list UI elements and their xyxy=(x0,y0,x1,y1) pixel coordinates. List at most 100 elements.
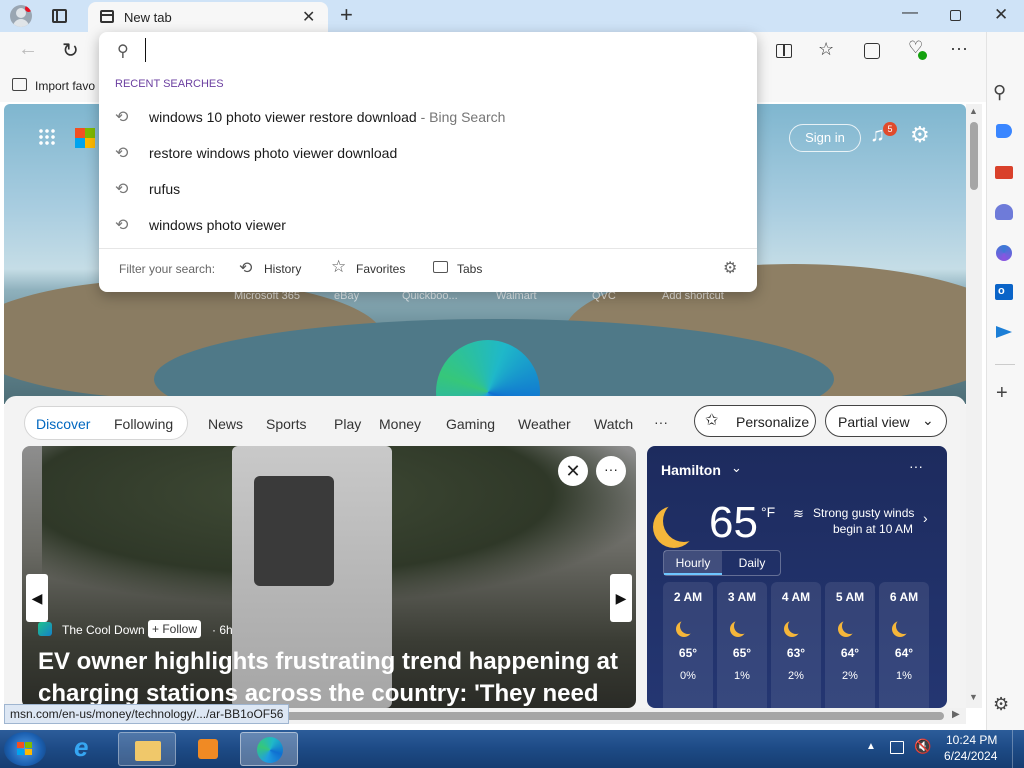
scroll-up-arrow[interactable]: ▲ xyxy=(969,106,978,116)
hscroll-thumb[interactable] xyxy=(244,712,944,720)
tab-daily[interactable]: Daily xyxy=(723,551,781,575)
address-input[interactable] xyxy=(145,38,735,62)
history-clock-icon: ⟲ xyxy=(115,217,129,234)
close-tab-icon[interactable]: ✕ xyxy=(302,7,315,27)
games-icon[interactable] xyxy=(995,204,1013,220)
hour-temp: 65° xyxy=(732,646,752,660)
clock-time[interactable]: 10:24 PM xyxy=(946,733,997,747)
tab-news[interactable]: News xyxy=(208,416,243,432)
weather-alert-line1[interactable]: Strong gusty winds xyxy=(813,506,914,520)
restore-button[interactable] xyxy=(950,10,961,21)
browser-essentials-icon[interactable]: ♡ xyxy=(908,38,927,60)
import-favorites-link[interactable]: Import favo xyxy=(35,79,95,93)
dismiss-card-button[interactable]: ✕ xyxy=(558,456,588,486)
tab-following[interactable]: Following xyxy=(114,416,173,432)
vertical-scrollbar[interactable]: ▲ ▼ xyxy=(966,104,982,708)
hour-temp: 64° xyxy=(894,646,914,660)
hour-label: 5 AM xyxy=(835,590,865,604)
search-icon[interactable]: ⚲ xyxy=(993,82,1006,103)
temp-unit[interactable]: °F xyxy=(761,504,775,520)
tab-hourly[interactable]: Hourly xyxy=(664,551,722,575)
view-select-dropdown[interactable]: Partial view ⌄ xyxy=(825,405,947,437)
tab-new-tab[interactable]: New tab ✕ xyxy=(88,2,328,32)
scroll-right-arrow[interactable]: ▶ xyxy=(952,709,960,720)
tab-weather[interactable]: Weather xyxy=(518,416,571,432)
hour-label: 3 AM xyxy=(727,590,757,604)
filter-tabs[interactable]: Tabs xyxy=(457,262,482,276)
send-drop-icon[interactable] xyxy=(996,326,1012,338)
more-tabs-button[interactable]: ··· xyxy=(654,414,668,430)
hour-forecast-item[interactable]: 5 AM 64° 2% xyxy=(825,582,875,708)
hour-forecast-item[interactable]: 6 AM 64° 1% xyxy=(879,582,929,708)
tab-play[interactable]: Play xyxy=(334,416,361,432)
quicklinks-row: Microsoft 365 eBay Quickboo... Walmart Q… xyxy=(234,290,754,306)
tab-gaming[interactable]: Gaming xyxy=(446,416,495,432)
profile-avatar[interactable] xyxy=(10,5,32,27)
news-source[interactable]: The Cool Down xyxy=(62,623,145,637)
tools-briefcase-icon[interactable] xyxy=(995,166,1013,179)
weather-location[interactable]: Hamilton xyxy=(661,462,721,478)
refresh-button[interactable]: ↻ xyxy=(62,38,79,63)
hour-forecast-item[interactable]: 2 AM 65° 0% xyxy=(663,582,713,708)
minimize-button[interactable]: — xyxy=(902,4,918,22)
suggestion-item[interactable]: ⟲ windows 10 photo viewer restore downlo… xyxy=(99,99,757,135)
new-tab-button[interactable]: + xyxy=(340,2,353,28)
news-headline[interactable]: EV owner highlights frustrating trend ha… xyxy=(38,646,628,708)
hour-forecast-item[interactable]: 4 AM 63° 2% xyxy=(771,582,821,708)
card-more-button[interactable]: ··· xyxy=(596,456,626,486)
tab-sports[interactable]: Sports xyxy=(266,416,306,432)
weather-alert-line2[interactable]: begin at 10 AM xyxy=(833,522,913,536)
search-settings-gear-icon[interactable]: ⚙ xyxy=(723,258,737,278)
microsoft-365-icon[interactable] xyxy=(996,245,1012,261)
back-button[interactable]: ← xyxy=(18,38,38,61)
tab-watch[interactable]: Watch xyxy=(594,416,633,432)
hour-precip: 2% xyxy=(788,670,804,682)
weather-more-icon[interactable]: ··· xyxy=(909,458,923,474)
internet-explorer-icon[interactable]: e xyxy=(58,732,116,766)
personalize-button[interactable]: ✩ Personalize xyxy=(694,405,816,437)
follow-button[interactable]: + Follow xyxy=(148,620,202,638)
alert-chevron-icon[interactable]: › xyxy=(923,510,928,526)
carousel-prev-button[interactable]: ◀ xyxy=(26,574,48,622)
microsoft-logo[interactable] xyxy=(75,128,95,148)
suggestion-item[interactable]: ⟲ restore windows photo viewer download xyxy=(99,135,757,171)
start-button[interactable] xyxy=(4,732,46,766)
tab-money[interactable]: Money xyxy=(379,416,421,432)
favorites-star-icon[interactable]: ☆ xyxy=(818,39,834,60)
page-settings-gear-icon[interactable]: ⚙ xyxy=(910,122,930,148)
current-temp: 65 xyxy=(709,498,758,547)
location-chevron-icon[interactable]: ⌄ xyxy=(731,460,742,476)
carousel-next-button[interactable]: ▶ xyxy=(610,574,632,622)
suggestion-item[interactable]: ⟲ rufus xyxy=(99,171,757,207)
volume-muted-icon[interactable]: 🔇 xyxy=(914,738,931,755)
tab-discover[interactable]: Discover xyxy=(36,416,90,432)
show-desktop-button[interactable] xyxy=(1012,730,1024,768)
sign-in-button[interactable]: Sign in xyxy=(789,124,861,152)
clock-date[interactable]: 6/24/2024 xyxy=(944,749,997,763)
close-window-button[interactable]: ✕ xyxy=(994,5,1008,25)
weather-card[interactable]: Hamilton ⌄ ··· 65 °F ≋ Strong gusty wind… xyxy=(647,446,947,708)
sidebar-settings-icon[interactable]: ⚙ xyxy=(993,694,1009,715)
split-screen-icon[interactable] xyxy=(776,44,792,58)
network-icon[interactable] xyxy=(890,741,904,754)
scroll-down-arrow[interactable]: ▼ xyxy=(969,692,978,702)
settings-more-icon[interactable]: ··· xyxy=(950,38,968,59)
hour-forecast-item[interactable]: 3 AM 65° 1% xyxy=(717,582,767,708)
tab-title: New tab xyxy=(124,10,172,25)
show-hidden-icons[interactable]: ▲ xyxy=(866,741,876,752)
outlook-icon[interactable]: o xyxy=(995,284,1013,300)
add-sidebar-app-icon[interactable]: + xyxy=(996,382,1008,405)
view-select-label: Partial view xyxy=(838,414,910,430)
filter-history[interactable]: History xyxy=(264,262,301,276)
edge-taskbar-icon[interactable] xyxy=(240,732,298,766)
news-card[interactable]: ✕ ··· ◀ ▶ The Cool Down + Follow · 6h EV… xyxy=(22,446,636,708)
file-explorer-icon[interactable] xyxy=(118,732,176,766)
filter-favorites[interactable]: Favorites xyxy=(356,262,405,276)
media-player-icon[interactable] xyxy=(178,732,236,766)
collections-icon[interactable] xyxy=(864,43,880,59)
shopping-tag-icon[interactable] xyxy=(996,124,1012,138)
suggestion-item[interactable]: ⟲ windows photo viewer xyxy=(99,207,757,243)
scroll-thumb[interactable] xyxy=(970,122,978,190)
tab-actions-icon[interactable] xyxy=(52,9,67,23)
waffle-menu-icon[interactable] xyxy=(38,128,56,146)
